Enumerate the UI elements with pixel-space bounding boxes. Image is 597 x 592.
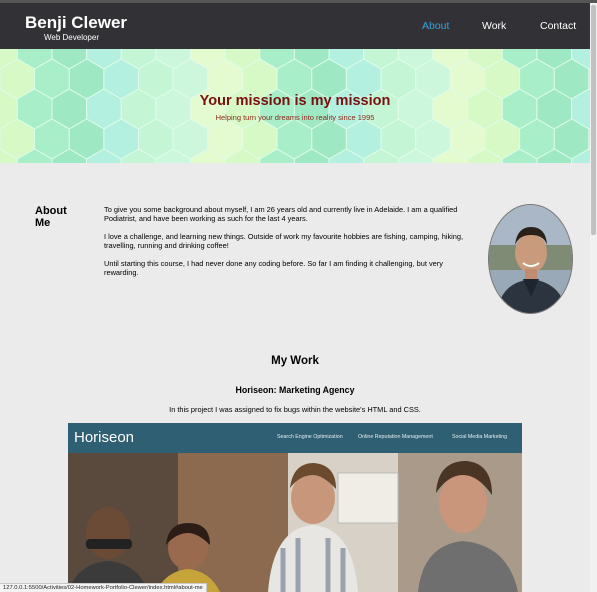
- horiseon-nav-item: Search Engine Optimization: [277, 434, 343, 440]
- work-heading: My Work: [271, 355, 319, 367]
- hero-subtitle: Helping turn your dreams into reality si…: [215, 113, 375, 122]
- about-heading: About Me: [35, 205, 67, 229]
- nav-link-contact[interactable]: Contact: [540, 20, 576, 32]
- nav-link-work[interactable]: Work: [482, 20, 506, 32]
- hero-title: Your mission is my mission: [199, 93, 391, 109]
- profile-photo: [488, 204, 573, 314]
- horiseon-nav-item: Online Reputation Management: [358, 434, 433, 440]
- vertical-scrollbar[interactable]: [590, 3, 597, 592]
- project-title: Horiseon: Marketing Agency: [235, 385, 355, 395]
- site-header: Benji Clewer Web Developer About Work Co…: [0, 3, 590, 49]
- project-description: In this project I was assigned to fix bu…: [169, 405, 421, 414]
- hero-banner: Your mission is my mission Helping turn …: [0, 49, 590, 163]
- about-paragraph: Until starting this course, I had never …: [104, 259, 443, 277]
- horiseon-logo: Horiseon: [74, 429, 135, 446]
- project-screenshot[interactable]: Horiseon Search Engine Optimization Onli…: [68, 423, 522, 592]
- horiseon-nav-item: Social Media Marketing: [452, 434, 508, 440]
- brand-subtitle: Web Developer: [44, 33, 99, 42]
- horiseon-header-bar: Horiseon Search Engine Optimization Onli…: [68, 423, 522, 453]
- horiseon-hero-photo: [68, 453, 522, 592]
- brand-name[interactable]: Benji Clewer: [25, 13, 127, 33]
- scrollbar-thumb[interactable]: [591, 5, 596, 235]
- about-paragraph: To give you some background about myself…: [104, 205, 458, 223]
- status-bar-url: 127.0.0.1:5500/Activities/02-Homework-Po…: [0, 583, 207, 592]
- about-paragraph: I love a challenge, and learning new thi…: [104, 232, 464, 250]
- about-text: To give you some background about myself…: [104, 205, 464, 286]
- nav-link-about[interactable]: About: [422, 20, 449, 32]
